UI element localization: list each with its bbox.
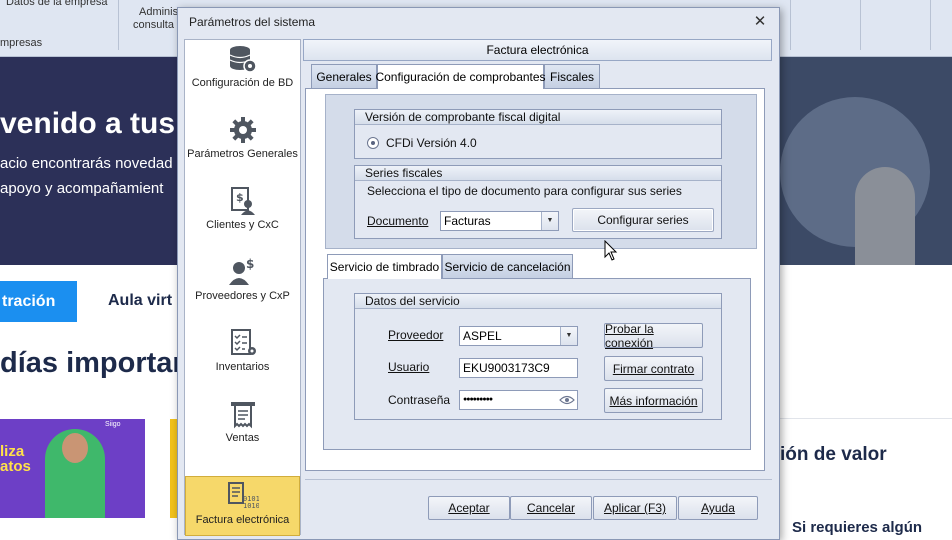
- password-mask: ●●●●●●●●●: [463, 396, 493, 403]
- nav-item-inventory[interactable]: Inventarios: [185, 324, 300, 390]
- service-data-title: Datos del servicio: [355, 294, 721, 309]
- nav-item-clients[interactable]: $ Clientes y CxC: [185, 182, 300, 248]
- apply-label: Aplicar (F3): [603, 501, 666, 515]
- ribbon-separator: [860, 0, 861, 50]
- close-icon[interactable]: ✕: [753, 14, 767, 29]
- sign-contract-label: Firmar contrato: [612, 361, 695, 376]
- eye-icon[interactable]: [557, 391, 577, 409]
- nav-label: Clientes y CxC: [206, 219, 279, 231]
- nav-item-database[interactable]: Configuración de BD: [185, 40, 300, 106]
- suppliers-money-icon: $: [228, 257, 258, 287]
- promo-face: [62, 433, 88, 463]
- nav-label: Parámetros Generales: [187, 148, 298, 160]
- service-data-group: Datos del servicio Proveedor ASPEL ▼ Usu…: [354, 293, 722, 420]
- inventory-checklist-icon: [228, 328, 258, 358]
- nav-label: Factura electrónica: [195, 514, 290, 526]
- right-subtitle: Si requieres algún: [792, 519, 923, 536]
- system-parameters-dialog: Parámetros del sistema ✕ Configuración d…: [177, 7, 780, 540]
- test-connection-label: Probar la conexión: [605, 321, 654, 350]
- accept-button[interactable]: Aceptar: [428, 496, 510, 520]
- ribbon-separator: [118, 0, 119, 50]
- receipt-icon: [228, 399, 258, 429]
- provider-label: Proveedor: [388, 328, 444, 342]
- configure-series-button[interactable]: Configurar series: [572, 208, 714, 232]
- footer-divider: [305, 479, 772, 480]
- ribbon-admin-line1[interactable]: Adminis: [139, 6, 178, 18]
- test-connection-button[interactable]: Probar la conexión: [604, 321, 703, 350]
- tab-administracion[interactable]: tración: [0, 281, 77, 322]
- cancel-button[interactable]: Cancelar: [510, 496, 592, 520]
- cfdi-version-label: CFDi Versión 4.0: [386, 136, 477, 150]
- tab-fiscales[interactable]: Fiscales: [544, 64, 600, 88]
- series-instruction: Selecciona el tipo de documento para con…: [367, 184, 682, 198]
- apply-button[interactable]: Aplicar (F3): [593, 496, 677, 520]
- tab-servicio-timbrado[interactable]: Servicio de timbrado: [327, 254, 442, 279]
- nav-item-electronic-invoice[interactable]: 0101 1010 Factura electrónica: [185, 476, 300, 536]
- password-label: Contraseña: [388, 393, 451, 407]
- cfdi-version-radio[interactable]: [367, 137, 379, 149]
- banner-title: venido a tus: [0, 107, 176, 140]
- banner-person: [855, 167, 915, 265]
- tab-configuracion-comprobantes[interactable]: Configuración de comprobantes: [375, 64, 546, 89]
- more-info-button[interactable]: Más información: [604, 388, 703, 413]
- gear-icon: [228, 115, 258, 145]
- panel-header: Factura electrónica: [303, 39, 772, 61]
- ribbon-admin-line2[interactable]: consulta: [133, 19, 174, 31]
- svg-text:1010: 1010: [243, 502, 259, 510]
- database-gear-icon: [228, 44, 258, 74]
- provider-select[interactable]: ASPEL ▼: [459, 326, 578, 346]
- document-label: Documento: [367, 214, 429, 228]
- promo-line1: liza: [0, 443, 25, 460]
- clients-money-icon: $: [228, 186, 258, 216]
- tab-aula-virtual[interactable]: Aula virt: [108, 292, 172, 310]
- help-label: Ayuda: [701, 501, 735, 515]
- promo-text: liza atos: [0, 444, 31, 474]
- dialog-title: Parámetros del sistema: [189, 15, 316, 29]
- series-group: Series fiscales Selecciona el tipo de do…: [354, 165, 722, 239]
- sign-contract-button[interactable]: Firmar contrato: [604, 356, 703, 381]
- nav-label: Proveedores y CxP: [195, 290, 290, 302]
- document-select[interactable]: Facturas ▼: [440, 211, 559, 231]
- nav-label: Ventas: [225, 432, 260, 444]
- banner-line1: acio encontrarás novedad: [0, 155, 173, 172]
- nav-item-suppliers[interactable]: $ Proveedores y CxP: [185, 253, 300, 319]
- ribbon-separator: [790, 0, 791, 50]
- user-field[interactable]: EKU9003173C9: [459, 358, 578, 378]
- more-info-label: Más información: [609, 393, 698, 408]
- svg-text:$: $: [236, 191, 244, 204]
- document-select-value: Facturas: [444, 214, 491, 228]
- cancel-label: Cancelar: [526, 501, 576, 515]
- invoice-binary-icon: 0101 1010: [227, 481, 259, 511]
- version-group: Versión de comprobante fiscal digital CF…: [354, 109, 722, 159]
- series-group-title: Series fiscales: [355, 166, 721, 181]
- section-title: días importar: [0, 347, 184, 379]
- right-title: ión de valor: [780, 444, 887, 465]
- tab-generales[interactable]: Generales: [311, 64, 377, 88]
- accept-label: Aceptar: [448, 501, 490, 515]
- promo-logo: Siigo: [105, 421, 121, 428]
- promo-line2: atos: [0, 458, 31, 475]
- ribbon-separator: [930, 0, 931, 50]
- settings-nav: Configuración de BD Parámetros Generales…: [184, 39, 301, 536]
- provider-select-value: ASPEL: [463, 329, 502, 343]
- nav-item-sales[interactable]: Ventas: [185, 395, 300, 461]
- svg-text:$: $: [246, 257, 254, 271]
- nav-label: Configuración de BD: [191, 77, 294, 89]
- tab-servicio-cancelacion[interactable]: Servicio de cancelación: [442, 254, 573, 278]
- chevron-down-icon[interactable]: ▼: [560, 327, 577, 345]
- dialog-titlebar[interactable]: Parámetros del sistema: [178, 8, 779, 36]
- promo-card[interactable]: liza atos Siigo: [0, 419, 145, 518]
- mouse-cursor-icon: [604, 239, 618, 265]
- divider: [780, 418, 952, 419]
- user-label: Usuario: [388, 360, 430, 374]
- ribbon-company-data[interactable]: Datos de la empresa: [6, 0, 108, 8]
- version-group-title: Versión de comprobante fiscal digital: [355, 110, 721, 125]
- nav-item-general-parameters[interactable]: Parámetros Generales: [185, 111, 300, 177]
- banner-line2: apoyo y acompañamient: [0, 180, 164, 197]
- chevron-down-icon[interactable]: ▼: [541, 212, 558, 230]
- help-button[interactable]: Ayuda: [678, 496, 758, 520]
- nav-label: Inventarios: [215, 361, 270, 373]
- ribbon-group-label: mpresas: [0, 37, 43, 49]
